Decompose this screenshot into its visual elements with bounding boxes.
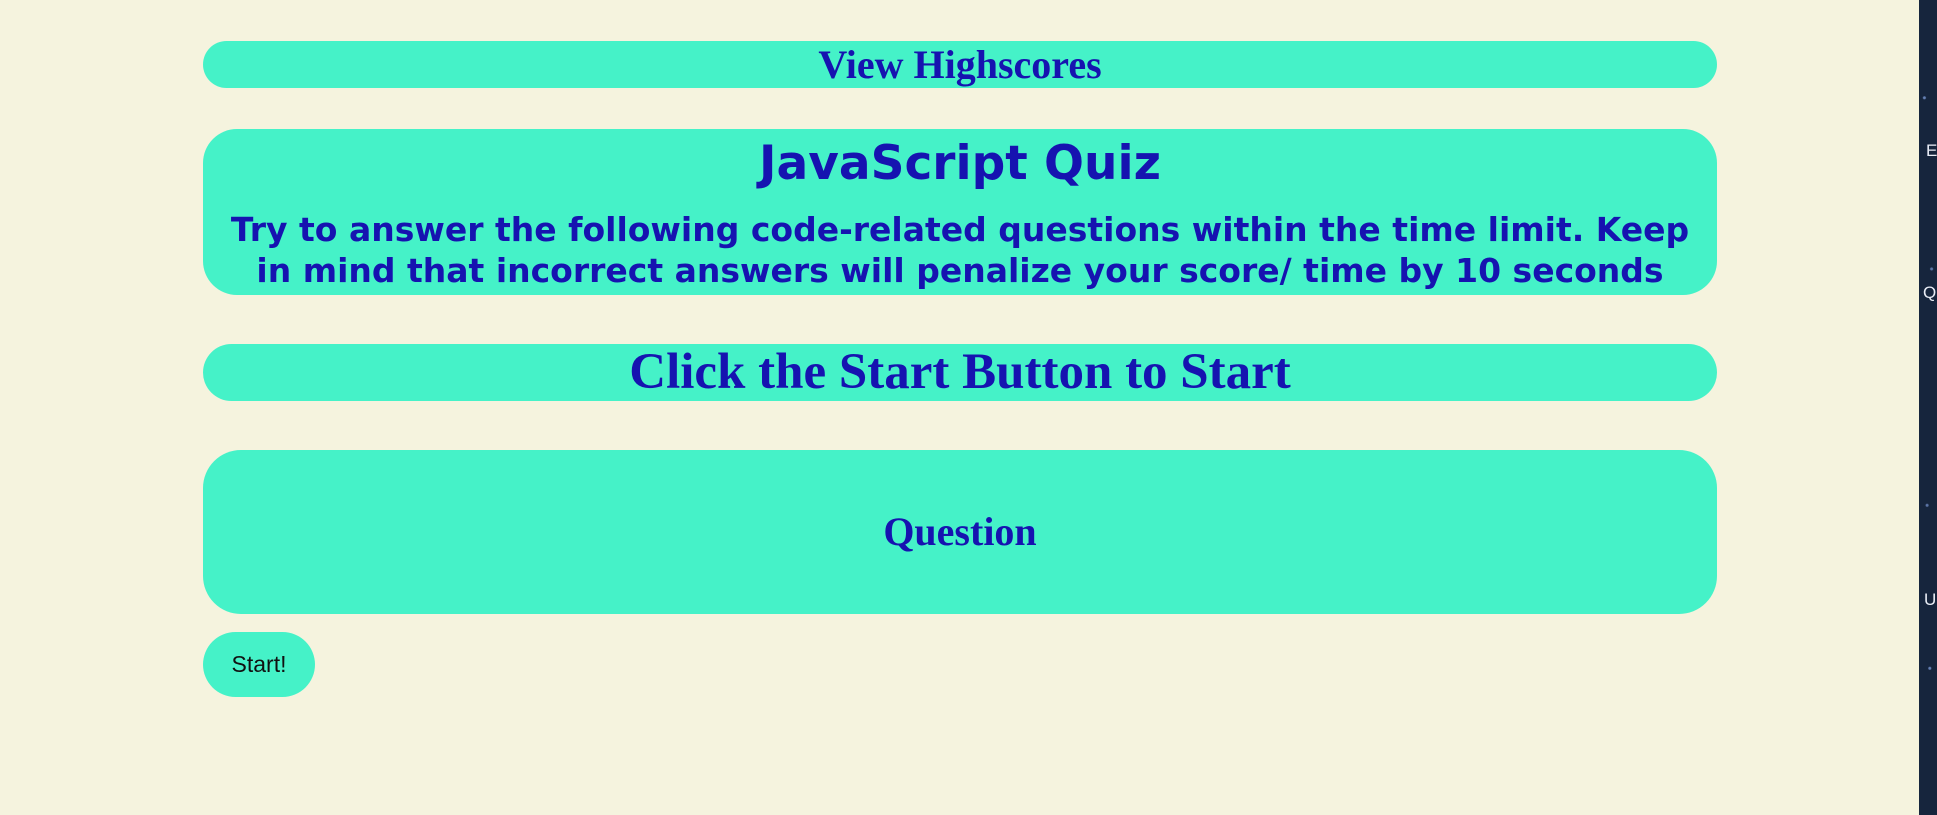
edge-letter-u: U bbox=[1924, 590, 1937, 609]
quiz-instructions: Try to answer the following code-related… bbox=[230, 210, 1690, 290]
quiz-title: JavaScript Quiz bbox=[759, 136, 1161, 191]
intro-panel: JavaScript Quiz Try to answer the follow… bbox=[203, 129, 1717, 295]
background-window-edge: E Q U bbox=[1919, 0, 1937, 815]
edge-letter-q: Q bbox=[1923, 283, 1937, 302]
edge-letter-e: E bbox=[1926, 141, 1937, 160]
quiz-page: View Highscores JavaScript Quiz Try to a… bbox=[0, 0, 1919, 815]
start-instruction-banner: Click the Start Button to Start bbox=[203, 344, 1717, 401]
view-highscores-button[interactable]: View Highscores bbox=[203, 41, 1717, 88]
question-panel: Question bbox=[203, 450, 1717, 614]
start-button[interactable]: Start! bbox=[203, 632, 315, 697]
